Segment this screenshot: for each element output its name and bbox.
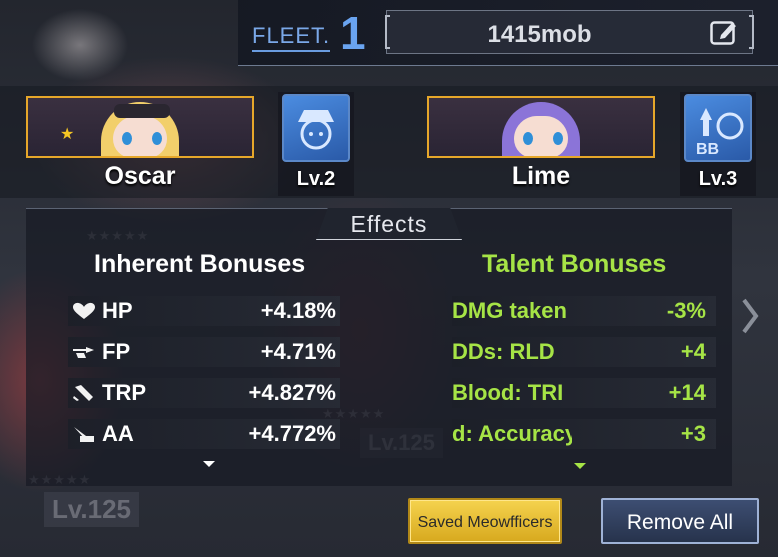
- stat-label: FP: [102, 339, 131, 364]
- skill-level: Lv.2: [296, 168, 336, 190]
- svg-text:BB: BB: [696, 141, 719, 158]
- chevron-right-icon[interactable]: [740, 296, 760, 336]
- officer-name-lime: Lime: [511, 162, 571, 190]
- officer-skill-lime[interactable]: BB Lv.3: [680, 92, 756, 196]
- stat-value: +4.18%: [260, 298, 336, 323]
- background-level-label: Lv.125: [44, 492, 140, 527]
- talent-row: d: Accuracy +3: [452, 419, 716, 449]
- inherent-row-hp: HP +4.18%: [68, 296, 340, 326]
- talent-row: Blood: TRI +14: [452, 378, 716, 408]
- stat-label: AA: [102, 421, 134, 446]
- officer-eye: [152, 132, 162, 145]
- officer-eye: [122, 132, 132, 145]
- edit-icon[interactable]: [710, 19, 738, 45]
- talent-row: DMG taken -3%: [452, 296, 716, 326]
- battleship-skill-icon: BB: [684, 94, 752, 162]
- talent-value: +4: [680, 339, 706, 364]
- background-chibi: [10, 0, 210, 95]
- talent-label: DDs: RLD: [452, 339, 555, 364]
- officer-eye: [553, 132, 563, 145]
- scroll-down-icon[interactable]: [574, 463, 586, 469]
- stat-value: +4.71%: [260, 339, 336, 364]
- torpedo-icon: [73, 385, 93, 401]
- officer-card-oscar[interactable]: ★: [26, 96, 254, 158]
- officer-card-lime[interactable]: [427, 96, 655, 158]
- stat-value: +4.827%: [248, 380, 336, 405]
- talent-bonuses-heading: Talent Bonuses: [482, 250, 667, 278]
- officer-name-oscar: Oscar: [104, 162, 176, 190]
- talent-row: DDs: RLD +4: [452, 337, 716, 367]
- inherent-row-trp: TRP +4.827%: [68, 378, 340, 408]
- anti-air-icon: [74, 427, 94, 442]
- fleet-name: 1415mob: [487, 21, 592, 48]
- inherent-row-fp: FP +4.71%: [68, 337, 340, 367]
- talent-value: +14: [668, 380, 706, 405]
- star-icon: ★: [60, 126, 75, 143]
- talent-label: DMG taken: [452, 298, 567, 323]
- firepower-icon: [73, 347, 94, 358]
- scroll-down-icon[interactable]: [203, 461, 215, 467]
- officer-skill-oscar[interactable]: Lv.2: [278, 92, 354, 196]
- inherent-bonuses-heading: Inherent Bonuses: [94, 250, 306, 278]
- talent-label: d: Accuracy: [452, 421, 572, 446]
- officer-hat: [114, 104, 170, 118]
- fleet-name-box[interactable]: 1415mob: [385, 10, 754, 54]
- stat-label: HP: [102, 298, 133, 323]
- talent-value: -3%: [666, 298, 706, 323]
- stat-value: +4.772%: [248, 421, 336, 446]
- effects-title: Effects: [350, 211, 428, 237]
- stat-label: TRP: [102, 380, 146, 405]
- bracket-right: [749, 15, 754, 49]
- talent-value: +3: [680, 421, 706, 446]
- fleet-number: 1: [340, 7, 366, 59]
- cat-captain-skill-icon: [282, 94, 350, 162]
- fleet-label: FLEET.: [252, 23, 331, 52]
- remove-all-button[interactable]: Remove All: [601, 498, 759, 544]
- officer-eye: [523, 132, 533, 145]
- talent-label: Blood: TRI: [452, 380, 564, 405]
- inherent-row-aa: AA +4.772%: [68, 419, 340, 449]
- skill-level: Lv.3: [698, 168, 738, 190]
- saved-meowfficers-button[interactable]: Saved Meowfficers: [408, 498, 562, 544]
- heart-icon: [73, 302, 95, 319]
